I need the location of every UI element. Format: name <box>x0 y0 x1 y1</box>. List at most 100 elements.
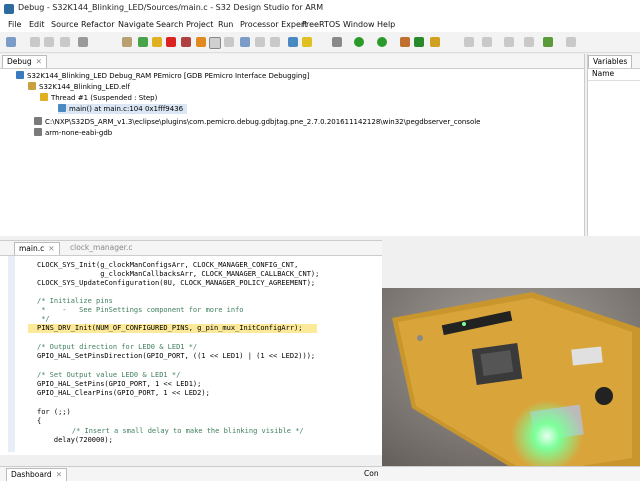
menu-refactor[interactable]: Refactor <box>81 20 115 29</box>
gear-icon[interactable] <box>332 37 342 47</box>
tab-debug[interactable]: Debug ✕ <box>2 55 47 68</box>
close-icon[interactable]: ✕ <box>36 57 42 66</box>
menu-navigate[interactable]: Navigate <box>118 20 154 29</box>
tree-item-label: S32K144_Blinking_LED.elf <box>39 83 130 91</box>
code-area[interactable]: CLOCK_SYS_Init(g_clockManConfigsArr, CLO… <box>0 255 382 455</box>
close-icon[interactable]: ✕ <box>56 470 62 479</box>
tab-debug-label: Debug <box>7 57 32 66</box>
tree-item-thread[interactable]: Thread #1 (Suspended : Step) <box>40 93 157 103</box>
drop-frame-icon[interactable] <box>255 37 265 47</box>
tree-item-gdbserver[interactable]: C:\NXP\S32DS_ARM_v1.3\eclipse\plugins\co… <box>34 117 481 127</box>
menu-processor-expert[interactable]: Processor Expert <box>240 20 307 29</box>
menu-help[interactable]: Help <box>377 20 395 29</box>
external-tools-icon[interactable] <box>400 37 410 47</box>
launch-icon <box>16 71 24 79</box>
editor-tab-row: main.c ✕ clock_manager.c <box>0 241 382 256</box>
tree-item-gdb[interactable]: arm-none-eabi-gdb <box>34 128 112 138</box>
debug-tab-row: Debug ✕ <box>0 54 584 69</box>
editor-ruler <box>8 256 15 452</box>
forward-icon[interactable] <box>566 37 576 47</box>
board-photo <box>382 288 640 480</box>
tree-item-launch[interactable]: S32K144_Blinking_LED Debug_RAM PEmicro [… <box>16 71 310 81</box>
menu-search[interactable]: Search <box>156 20 183 29</box>
use-step-filters-icon[interactable] <box>270 37 280 47</box>
process-icon <box>28 82 36 90</box>
window-titlebar: Debug - S32K144_Blinking_LED/Sources/mai… <box>0 0 640 18</box>
menu-project[interactable]: Project <box>186 20 213 29</box>
save-all-icon[interactable] <box>44 37 54 47</box>
stack-frame-icon <box>58 104 66 112</box>
menu-run[interactable]: Run <box>218 20 233 29</box>
flash-icon[interactable] <box>302 37 312 47</box>
pin-icon[interactable] <box>482 37 492 47</box>
menu-file[interactable]: File <box>8 20 21 29</box>
code-line: CLOCK_SYS_UpdateConfiguration(0U, CLOCK_… <box>37 279 316 287</box>
next-annotation-icon[interactable] <box>504 37 514 47</box>
app-icon <box>4 4 14 14</box>
tab-main-c-label: main.c <box>19 244 45 253</box>
code-line: /* Output direction for LED0 & LED1 */ <box>37 343 198 351</box>
instruction-step-icon[interactable] <box>240 37 250 47</box>
variables-view: Variables Name <box>587 54 640 236</box>
menu-edit[interactable]: Edit <box>29 20 45 29</box>
step-over-icon[interactable] <box>209 37 221 49</box>
menu-source[interactable]: Source <box>51 20 78 29</box>
step-into-icon[interactable] <box>196 37 206 47</box>
reset-icon[interactable] <box>288 37 298 47</box>
tab-console-label: Con <box>364 469 379 478</box>
run-icon[interactable] <box>354 37 364 47</box>
code-line: GPIO_HAL_SetPins(GPIO_PORT, 1 << LED1); <box>37 380 202 388</box>
code-line: GPIO_HAL_ClearPins(GPIO_PORT, 1 << LED2)… <box>37 389 210 397</box>
current-line: PINS_DRV_Init(NUM_OF_CONFIGURED_PINS, g_… <box>28 324 317 333</box>
step-return-icon[interactable] <box>224 37 234 47</box>
tab-main-c[interactable]: main.c ✕ <box>14 242 60 255</box>
tab-clock-manager-c[interactable]: clock_manager.c <box>66 242 137 254</box>
tree-item-elf[interactable]: S32K144_Blinking_LED.elf <box>28 82 130 92</box>
window-title: Debug - S32K144_Blinking_LED/Sources/mai… <box>18 3 324 12</box>
marker-icon[interactable] <box>430 37 440 47</box>
toolbar <box>0 32 640 53</box>
tab-variables-label: Variables <box>593 57 628 66</box>
code-line: delay(720000); <box>37 436 113 444</box>
tab-dashboard[interactable]: Dashboard ✕ <box>6 468 67 481</box>
code-line: { <box>37 417 42 425</box>
code-line: for (;;) <box>37 408 71 416</box>
variables-header: Name <box>588 68 640 81</box>
tab-dashboard-label: Dashboard <box>11 470 52 479</box>
debug-view: Debug ✕ S32K144_Blinking_LED Debug_RAM PE… <box>0 54 585 236</box>
debug-icon[interactable] <box>377 37 387 47</box>
save-icon[interactable] <box>30 37 40 47</box>
code-line: /* Initialize pins <box>37 297 113 305</box>
resume-icon[interactable] <box>138 37 148 47</box>
tree-item-frame[interactable]: main() at main.c:104 0x1fff9436 <box>58 104 188 114</box>
code-line: g_clockManCallbacksArr, CLOCK_MANAGER_CA… <box>37 270 320 278</box>
new-icon[interactable] <box>6 37 16 47</box>
terminate-icon[interactable] <box>166 37 176 47</box>
column-name: Name <box>592 69 615 78</box>
tree-item-label: S32K144_Blinking_LED Debug_RAM PEmicro [… <box>27 72 310 80</box>
tree-item-label: arm-none-eabi-gdb <box>45 129 113 137</box>
thread-icon <box>40 93 48 101</box>
code-line: CLOCK_SYS_Init(g_clockManConfigsArr, CLO… <box>37 261 299 269</box>
tab-clock-manager-label: clock_manager.c <box>70 243 133 252</box>
tab-console[interactable]: Con <box>360 468 383 480</box>
build-icon[interactable] <box>414 37 424 47</box>
close-icon[interactable]: ✕ <box>48 244 54 253</box>
menu-freertos[interactable]: FreeRTOS <box>302 20 340 29</box>
connect-icon[interactable] <box>122 37 132 47</box>
code-line: /* Set Output value LED0 & LED1 */ <box>37 371 181 379</box>
code-line: * - See PinSettings component for more i… <box>37 306 244 314</box>
code-editor: main.c ✕ clock_manager.c CLOCK_SYS_Init(g… <box>0 240 382 455</box>
disconnect-icon[interactable] <box>181 37 191 47</box>
menu-window[interactable]: Window <box>343 20 375 29</box>
tab-variables[interactable]: Variables <box>588 55 633 68</box>
console-icon <box>34 128 42 136</box>
skip-breakpoints-icon[interactable] <box>78 37 88 47</box>
annotation-icon[interactable] <box>464 37 474 47</box>
suspend-icon[interactable] <box>152 37 162 47</box>
bottom-panel-tabs: Dashboard ✕ Con <box>0 466 640 481</box>
prev-annotation-icon[interactable] <box>524 37 534 47</box>
console-icon <box>34 117 42 125</box>
back-icon[interactable] <box>543 37 553 47</box>
print-icon[interactable] <box>60 37 70 47</box>
